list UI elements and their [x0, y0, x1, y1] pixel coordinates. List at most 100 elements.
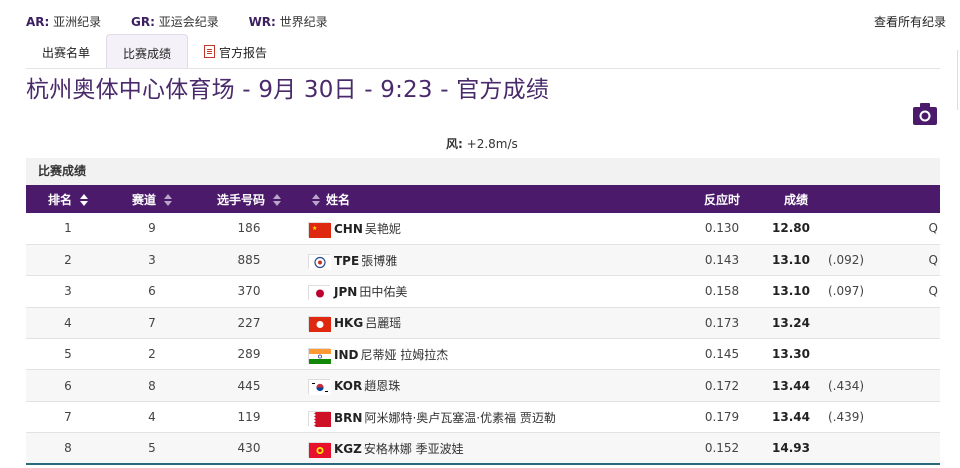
flag-chn-icon: ★ — [308, 221, 331, 238]
cell-bib: 119 — [237, 410, 261, 425]
cell-reaction: 0.173 — [704, 315, 740, 330]
sort-icon — [164, 194, 172, 206]
country-code: CHN — [334, 221, 363, 236]
cell-result: 12.80 — [772, 221, 810, 236]
cell-bib: 227 — [237, 315, 261, 330]
cell-bib: 370 — [237, 284, 261, 299]
cell-qualify — [888, 307, 940, 338]
cell-name[interactable]: ★ CHN 吴艳妮 — [304, 213, 680, 244]
tab-official-report-label: 官方报告 — [219, 46, 268, 60]
flag-tpe-icon — [308, 253, 331, 270]
records-legend: AR: 亚洲纪录 GR: 亚运会纪录 WR: 世界纪录 — [26, 13, 354, 30]
table-row[interactable]: 2 3 885 TPE 張博雅 0.143 13.10 (.092) Q — [26, 244, 940, 276]
table-header-row: 排名 赛道 选手号码 姓名 反应时 成绩 — [26, 185, 940, 213]
cell-reaction: 0.172 — [704, 378, 740, 393]
flag-kgz-icon — [308, 441, 331, 458]
cell-diff: (.439) — [828, 410, 865, 425]
cell-name[interactable]: KOR 趙恩珠 — [304, 370, 680, 401]
flag-hkg-icon — [308, 316, 331, 333]
tab-startlist[interactable]: 出赛名单 — [26, 34, 106, 68]
col-diff — [828, 185, 888, 213]
table-row[interactable]: 5 2 289 IND 尼蒂娅 拉姆拉杰 0.145 13.30 — [26, 339, 940, 370]
cell-lane: 5 — [148, 441, 156, 456]
camera-icon[interactable] — [912, 102, 938, 126]
country-code: HKG — [334, 316, 364, 331]
cell-lane: 8 — [148, 378, 156, 393]
cell-result: 13.44 — [772, 410, 810, 425]
wind-info: 风: +2.8m/s — [446, 137, 518, 151]
table-row[interactable]: 8 5 430 KGZ 安格林娜 季亚波娃 0.152 14.93 — [26, 432, 940, 465]
tab-official-report[interactable]: 官方报告 — [188, 34, 283, 68]
athlete-name[interactable]: 安格林娜 季亚波娃 — [364, 442, 464, 456]
cell-reaction: 0.145 — [704, 347, 740, 362]
cell-rank: 5 — [64, 347, 72, 362]
athlete-name[interactable]: 田中佑美 — [359, 285, 407, 299]
cell-name[interactable]: TPE 張博雅 — [304, 244, 680, 275]
cell-qualify — [888, 401, 940, 432]
col-name[interactable]: 姓名 — [304, 185, 680, 213]
cell-name[interactable]: BRN 阿米娜特·奥卢瓦塞温·优素福 贾迈勒 — [304, 401, 680, 432]
cell-reaction: 0.130 — [704, 221, 740, 236]
cell-name[interactable]: HKG 吕麗瑶 — [304, 307, 680, 338]
legend-wr: WR: 世界纪录 — [248, 15, 328, 29]
cell-rank: 3 — [64, 284, 72, 299]
cell-bib: 289 — [237, 347, 261, 362]
country-code: TPE — [334, 253, 360, 268]
country-code: IND — [334, 347, 359, 362]
athlete-name[interactable]: 趙恩珠 — [364, 379, 400, 393]
document-icon — [204, 45, 216, 58]
cell-lane: 6 — [148, 284, 156, 299]
table-row[interactable]: 7 4 119 BRN 阿米娜特·奥卢瓦塞温·优素福 贾迈勒 0.179 13.44 (.43… — [26, 401, 940, 433]
sort-icon — [273, 194, 281, 206]
cell-diff — [828, 213, 888, 244]
table-row[interactable]: 1 9 186 ★ CHN 吴艳妮 0.130 12.80 Q — [26, 213, 940, 245]
col-bib[interactable]: 选手号码 — [194, 185, 304, 213]
cell-qualify: Q — [928, 284, 938, 299]
col-qualify — [888, 185, 940, 213]
tab-bar: 出赛名单 比赛成绩 官方报告 — [26, 34, 283, 69]
cell-qualify — [888, 339, 940, 370]
athlete-name[interactable]: 吕麗瑶 — [365, 316, 401, 330]
cell-name[interactable]: IND 尼蒂娅 拉姆拉杰 — [304, 339, 680, 370]
tab-results[interactable]: 比赛成绩 — [106, 34, 189, 69]
col-lane[interactable]: 赛道 — [110, 185, 194, 213]
cell-diff — [828, 307, 888, 338]
cell-diff: (.097) — [828, 284, 865, 299]
cell-result: 13.44 — [772, 378, 810, 393]
sort-icon — [312, 194, 320, 206]
table-row[interactable]: 3 6 370 JPN 田中佑美 0.158 13.10 (.097) Q — [26, 276, 940, 308]
cell-result: 13.30 — [772, 347, 810, 362]
cell-rank: 1 — [64, 221, 72, 236]
see-all-records-link[interactable]: 查看所有纪录 — [874, 13, 946, 30]
athlete-name[interactable]: 阿米娜特·奥卢瓦塞温·优素福 贾迈勒 — [364, 411, 555, 425]
col-reaction: 反应时 — [703, 192, 740, 207]
cell-reaction: 0.158 — [704, 284, 740, 299]
cell-bib: 445 — [237, 378, 261, 393]
cell-reaction: 0.143 — [704, 253, 740, 268]
cell-diff: (.092) — [828, 253, 865, 268]
table-row[interactable]: 4 7 227 HKG 吕麗瑶 0.173 13.24 — [26, 307, 940, 339]
table-row[interactable]: 6 8 445 KOR 趙恩珠 0.172 13.44 (.434) — [26, 369, 940, 402]
page-title: 杭州奥体中心体育场 - 9月 30日 - 9:23 - 官方成绩 — [26, 77, 550, 103]
col-rank[interactable]: 排名 — [26, 185, 110, 213]
cell-name[interactable]: JPN 田中佑美 — [304, 276, 680, 307]
col-result: 成绩 — [783, 192, 808, 207]
athlete-name[interactable]: 吴艳妮 — [365, 222, 401, 236]
svg-text:★: ★ — [312, 225, 317, 232]
cell-qualify — [888, 433, 940, 464]
cell-rank: 2 — [64, 253, 72, 268]
cell-result: 14.93 — [772, 441, 810, 456]
cell-rank: 4 — [64, 315, 72, 330]
cell-result: 13.10 — [772, 253, 810, 268]
athlete-name[interactable]: 尼蒂娅 拉姆拉杰 — [360, 348, 448, 362]
cell-rank: 6 — [64, 378, 72, 393]
country-code: JPN — [334, 284, 358, 299]
cell-qualify: Q — [928, 221, 938, 236]
cell-name[interactable]: KGZ 安格林娜 季亚波娃 — [304, 433, 680, 464]
athlete-name[interactable]: 張博雅 — [361, 254, 397, 268]
cell-bib: 186 — [237, 221, 261, 236]
cell-diff: (.434) — [828, 378, 865, 393]
cell-lane: 9 — [148, 221, 156, 236]
results-panel-header: 比赛成绩 — [26, 158, 940, 186]
cell-reaction: 0.179 — [704, 410, 740, 425]
